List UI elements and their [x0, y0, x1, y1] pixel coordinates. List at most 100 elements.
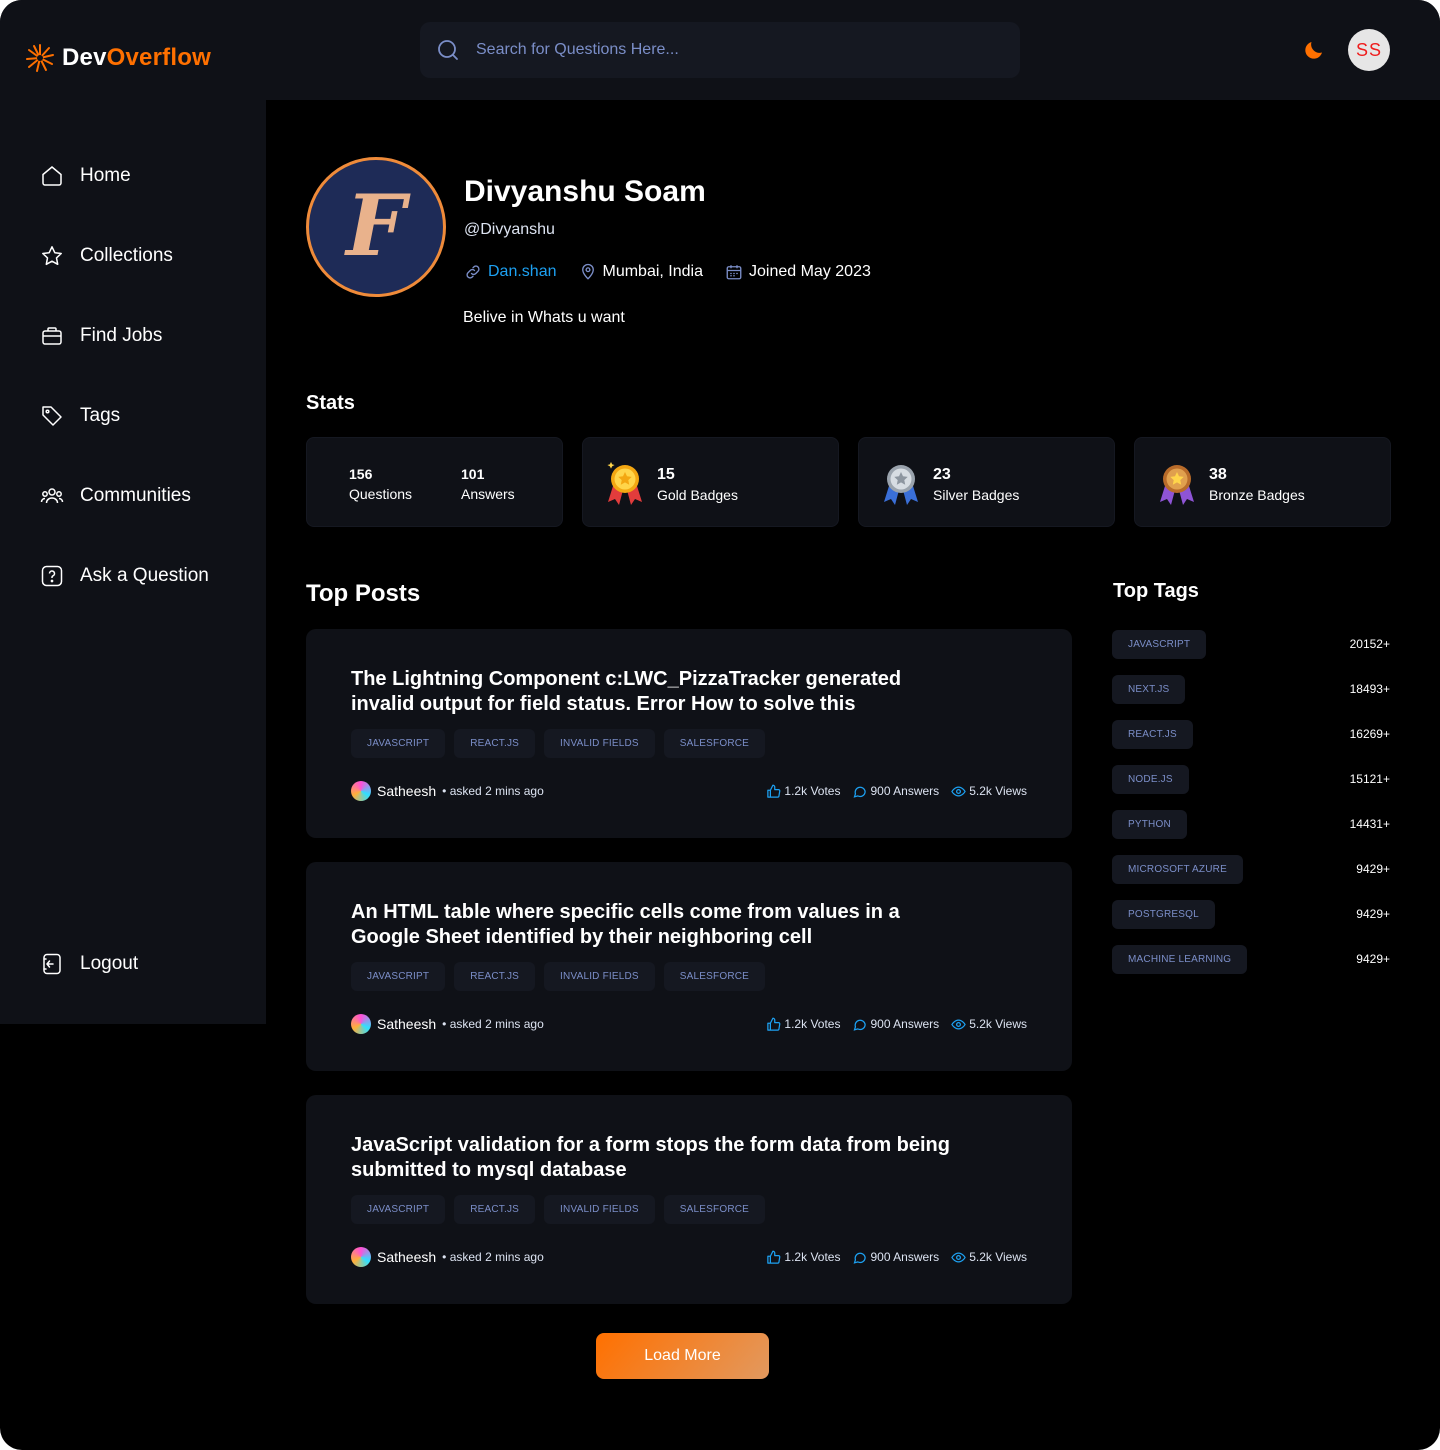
top-tag-row[interactable]: NEXT.JS 18493+: [1112, 674, 1390, 704]
stat-questions-label: Questions: [349, 486, 413, 502]
stat-gold-badges: 15 Gold Badges: [657, 464, 738, 506]
gold-medal-icon: [607, 462, 642, 505]
logout-icon: [43, 953, 61, 975]
profile-meta: Dan.shan Mumbai, India Joined May 2023: [464, 263, 871, 281]
sidebar-item-label: Ask a Question: [80, 565, 209, 586]
silver-badges-label: Silver Badges: [933, 487, 1020, 503]
post-tag[interactable]: JAVASCRIPT: [351, 1195, 446, 1224]
load-more-button[interactable]: Load More: [596, 1333, 769, 1379]
post-tags: JAVASCRIPT REACT.JS INVALID FIELDS SALES…: [351, 729, 766, 758]
top-tag-row[interactable]: REACT.JS 16269+: [1112, 719, 1390, 749]
post-tag[interactable]: SALESFORCE: [663, 962, 766, 991]
author-name: Satheesh: [377, 1016, 437, 1032]
moon-icon[interactable]: [1302, 38, 1326, 62]
message-icon: [854, 1019, 867, 1031]
top-tag-name[interactable]: NODE.JS: [1112, 764, 1189, 794]
post-author[interactable]: Satheesh • asked 2 mins ago: [351, 1014, 544, 1034]
answers-text: 900 Answers: [870, 1250, 940, 1264]
profile-bio: Belive in Whats u want: [463, 309, 625, 326]
stat-bronze-badges: 38 Bronze Badges: [1209, 464, 1305, 506]
stat-answers-value: 101: [461, 466, 485, 482]
post-author[interactable]: Satheesh • asked 2 mins ago: [351, 781, 544, 801]
post-card[interactable]: JavaScript validation for a form stops t…: [306, 1095, 1072, 1304]
top-tag-row[interactable]: MACHINE LEARNING 9429+: [1112, 944, 1390, 974]
top-tag-count: 15121+: [1349, 772, 1390, 786]
post-author[interactable]: Satheesh • asked 2 mins ago: [351, 1247, 544, 1267]
author-name: Satheesh: [377, 783, 437, 799]
votes-count: 1.2k Votes: [766, 1017, 840, 1032]
stat-silver-badges: 23 Silver Badges: [933, 464, 1019, 506]
asked-time: • asked 2 mins ago: [442, 1017, 544, 1031]
sidebar-item-find-jobs[interactable]: Find Jobs: [40, 324, 162, 348]
top-tag-count: 16269+: [1349, 727, 1390, 741]
post-card[interactable]: The Lightning Component c:LWC_PizzaTrack…: [306, 629, 1072, 838]
post-tag[interactable]: REACT.JS: [454, 729, 536, 758]
top-tag-name[interactable]: MACHINE LEARNING: [1112, 944, 1248, 974]
top-tag-row[interactable]: JAVASCRIPT 20152+: [1112, 629, 1390, 659]
user-avatar[interactable]: SS: [1348, 29, 1390, 71]
votes-text: 1.2k Votes: [784, 784, 841, 798]
message-icon: [854, 1252, 867, 1264]
global-search[interactable]: [420, 22, 1020, 78]
briefcase-icon: [42, 327, 62, 345]
top-tag-name[interactable]: NEXT.JS: [1112, 674, 1186, 704]
post-tag[interactable]: INVALID FIELDS: [544, 962, 655, 991]
post-card[interactable]: An HTML table where specific cells come …: [306, 862, 1072, 1071]
stat-card-silver: 23 Silver Badges: [858, 437, 1115, 527]
stat-answers-label: Answers: [461, 486, 515, 502]
views-text: 5.2k Views: [969, 1017, 1027, 1031]
silver-medal-icon: [884, 465, 918, 505]
search-input[interactable]: [476, 41, 976, 59]
post-tag[interactable]: SALESFORCE: [663, 729, 766, 758]
location: Mumbai, India: [579, 263, 703, 281]
views-text: 5.2k Views: [969, 784, 1027, 798]
top-tag-row[interactable]: NODE.JS 15121+: [1112, 764, 1390, 794]
answers-count: 900 Answers: [852, 1017, 939, 1032]
post-meta: Satheesh • asked 2 mins ago 1.2k Votes 9…: [351, 1247, 1027, 1267]
bronze-medal-icon: [1160, 465, 1194, 505]
joined-text: Joined May 2023: [749, 263, 871, 280]
logo[interactable]: DevOverflow: [24, 42, 211, 74]
logo-text-dev: Dev: [62, 44, 107, 71]
sidebar-item-collections[interactable]: Collections: [40, 244, 173, 268]
top-tag-name[interactable]: POSTGRESQL: [1112, 899, 1215, 929]
sidebar-item-communities[interactable]: Communities: [40, 484, 191, 508]
votes-text: 1.2k Votes: [784, 1250, 841, 1264]
post-title[interactable]: JavaScript validation for a form stops t…: [351, 1133, 951, 1183]
sidebar-item-tags[interactable]: Tags: [40, 404, 120, 428]
logout-button[interactable]: Logout: [40, 952, 138, 976]
votes-text: 1.2k Votes: [784, 1017, 841, 1031]
top-tag-name[interactable]: REACT.JS: [1112, 719, 1193, 749]
views-count: 5.2k Views: [951, 1017, 1027, 1032]
post-title[interactable]: An HTML table where specific cells come …: [351, 900, 951, 950]
post-tag[interactable]: REACT.JS: [454, 1195, 536, 1224]
top-tag-name[interactable]: MICROSOFT AZURE: [1112, 854, 1243, 884]
top-tag-row[interactable]: POSTGRESQL 9429+: [1112, 899, 1390, 929]
top-tag-name[interactable]: JAVASCRIPT: [1112, 629, 1207, 659]
sidebar-item-home[interactable]: Home: [40, 164, 131, 188]
answers-count: 900 Answers: [852, 784, 939, 799]
sidebar-item-ask-question[interactable]: Ask a Question: [40, 564, 209, 588]
post-tag[interactable]: JAVASCRIPT: [351, 729, 446, 758]
gold-badges-label: Gold Badges: [657, 487, 738, 503]
thumbs-up-icon: [767, 784, 781, 798]
calendar-icon: [726, 265, 742, 280]
post-meta: Satheesh • asked 2 mins ago 1.2k Votes 9…: [351, 781, 1027, 801]
portfolio-link[interactable]: Dan.shan: [464, 263, 557, 281]
post-title[interactable]: The Lightning Component c:LWC_PizzaTrack…: [351, 667, 951, 717]
post-tag[interactable]: REACT.JS: [454, 962, 536, 991]
gold-badges-value: 15: [657, 466, 675, 483]
post-tag[interactable]: SALESFORCE: [663, 1195, 766, 1224]
top-tag-row[interactable]: PYTHON 14431+: [1112, 809, 1390, 839]
post-tag[interactable]: INVALID FIELDS: [544, 1195, 655, 1224]
top-tag-name[interactable]: PYTHON: [1112, 809, 1187, 839]
stat-questions-value: 156: [349, 466, 373, 482]
profile-avatar: F: [306, 157, 446, 297]
eye-icon: [951, 785, 966, 797]
post-tag[interactable]: JAVASCRIPT: [351, 962, 446, 991]
top-tag-count: 9429+: [1356, 907, 1390, 921]
top-tag-count: 18493+: [1349, 682, 1390, 696]
logo-icon: [26, 44, 54, 72]
top-tag-row[interactable]: MICROSOFT AZURE 9429+: [1112, 854, 1390, 884]
post-tag[interactable]: INVALID FIELDS: [544, 729, 655, 758]
